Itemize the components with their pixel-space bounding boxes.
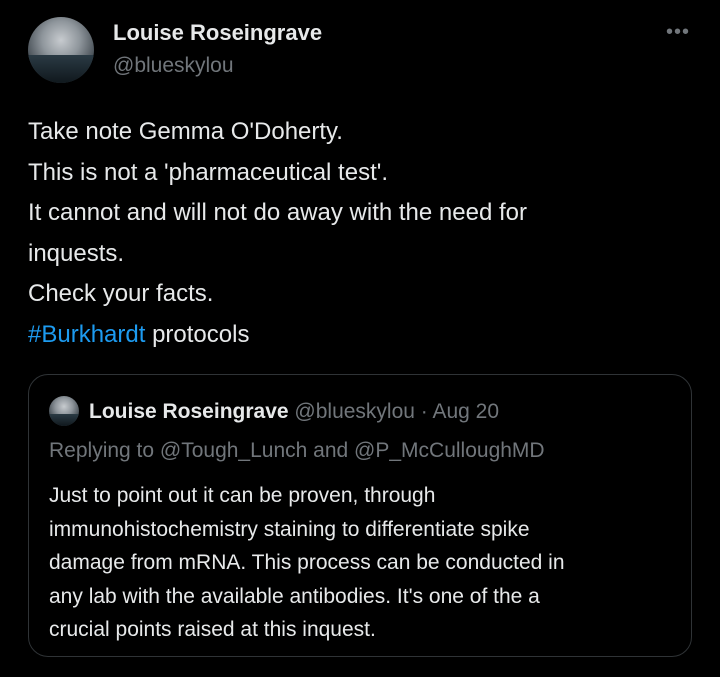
quote-author-handle[interactable]: @blueskylou [294, 400, 415, 423]
hashtag-link[interactable]: #Burkhardt [28, 321, 145, 348]
quote-author-name[interactable]: Louise Roseingrave [89, 400, 289, 423]
author-handle[interactable]: @blueskylou [113, 54, 234, 78]
more-horizontal-icon: ••• [665, 21, 690, 43]
quote-text: Just to point out it can be proven, thro… [49, 479, 679, 647]
author-avatar[interactable] [28, 17, 94, 83]
quote-date[interactable]: Aug 20 [432, 400, 499, 423]
tweet-line: inquests. [28, 239, 125, 267]
quote-separator: · [414, 400, 433, 423]
quoted-tweet-card[interactable]: Louise Roseingrave @blueskylou · Aug 20 … [28, 374, 692, 657]
tweet-line: This is not a 'pharmaceutical test'. [28, 158, 388, 186]
quote-line: immunohistochemistry staining to differe… [49, 517, 530, 541]
tweet-line-hashtag: #Burkhardt protocols [28, 315, 688, 356]
quote-line: Just to point out it can be proven, thro… [49, 484, 436, 507]
quote-line: damage from mRNA. This process can be co… [49, 551, 565, 574]
quote-line: crucial points raised at this inquest. [49, 618, 376, 641]
quote-line: any lab with the available antibodies. I… [49, 584, 540, 608]
hashtag-suffix: protocols [145, 320, 250, 348]
tweet-line: Check your facts. [28, 280, 214, 307]
quote-header: Louise Roseingrave @blueskylou · Aug 20 [89, 400, 499, 424]
tweet-line: Take note Gemma O'Doherty. [28, 118, 343, 145]
tweet-text: Take note Gemma O'Doherty. This is not a… [28, 112, 688, 355]
author-display-name[interactable]: Louise Roseingrave [113, 20, 322, 46]
tweet-line: It cannot and will not do away with the … [28, 199, 527, 226]
quote-author-avatar[interactable] [49, 396, 79, 426]
more-options-button[interactable]: ••• [663, 20, 693, 44]
replying-to: Replying to @Tough_Lunch and @P_McCullou… [49, 439, 545, 462]
